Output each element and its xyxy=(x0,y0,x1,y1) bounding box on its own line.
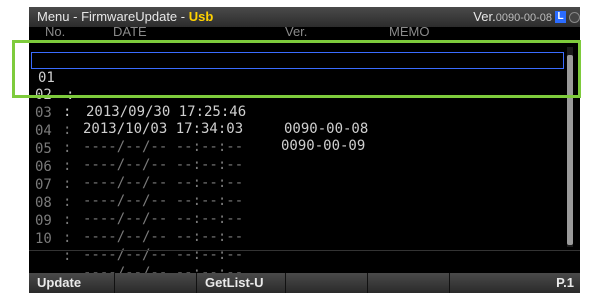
firmware-row[interactable]: 05 : ----/--/-- --:--:-- xyxy=(29,124,559,191)
column-headers: No. DATE Ver. MEMO xyxy=(29,24,580,40)
menu-title-prefix: Menu - FirmwareUpdate - xyxy=(37,9,189,24)
menu-title: Menu - FirmwareUpdate - Usb xyxy=(37,9,213,24)
column-header-ver: Ver. xyxy=(285,24,308,39)
firmware-row[interactable]: 04 : ----/--/-- --:--:-- xyxy=(29,106,559,173)
firmware-row[interactable]: 08 : ----/--/-- --:--:-- xyxy=(29,178,559,245)
divider xyxy=(29,250,580,251)
column-header-no: No. xyxy=(45,24,66,39)
row-no: 10 xyxy=(35,231,52,247)
lock-badge: L xyxy=(555,11,566,23)
softkey-bar: Update GetList-U P.1 xyxy=(29,273,580,293)
row-date: ----/--/-- --:--:-- xyxy=(83,229,244,245)
softkey-5[interactable] xyxy=(368,273,450,293)
softkey-label: P.1 xyxy=(556,275,574,290)
softkey-update[interactable]: Update xyxy=(29,273,115,293)
row-separator: : xyxy=(63,230,72,246)
green-annotation-box xyxy=(12,40,581,98)
version-value: 0090-00-08 xyxy=(495,12,552,24)
column-header-date: DATE xyxy=(113,24,147,39)
firmware-row[interactable]: 09 : ----/--/-- --:--:-- xyxy=(29,196,559,263)
softkey-label: GetList-U xyxy=(205,275,264,290)
page-indicator[interactable]: P.1 xyxy=(450,273,580,293)
version-display: Ver.0090-00-08 xyxy=(473,9,552,24)
softkey-label xyxy=(115,275,123,290)
softkey-label xyxy=(368,275,376,290)
softkey-label: Update xyxy=(37,275,82,290)
firmware-row[interactable]: 07 : ----/--/-- --:--:-- xyxy=(29,160,559,227)
column-header-memo: MEMO xyxy=(389,24,430,39)
source-label: Usb xyxy=(188,9,214,24)
softkey-getlist-u[interactable]: GetList-U xyxy=(197,273,286,293)
firmware-row[interactable]: 06 : ----/--/-- --:--:-- xyxy=(29,142,559,209)
softkey-4[interactable] xyxy=(286,273,368,293)
softkey-label xyxy=(286,275,294,290)
version-label: Ver. xyxy=(473,9,496,24)
softkey-2[interactable] xyxy=(115,273,197,293)
firmware-row[interactable]: 10 : ----/--/-- --:--:-- xyxy=(29,214,559,281)
status-indicator-icon xyxy=(569,12,580,23)
